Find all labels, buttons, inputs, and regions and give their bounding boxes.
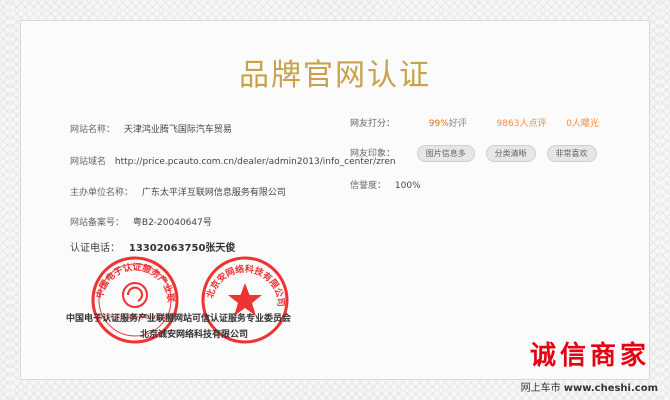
issuer-line-1: 中国电子认证服务产业联盟网站可信认证服务专业委员会 xyxy=(66,314,292,324)
issuer-line-2: 北京诚安网络科技有限公司 xyxy=(140,330,249,340)
brand-badge: 诚信商家 xyxy=(529,341,650,371)
brand-site-line: 网上车市 www.cheshi.com xyxy=(521,379,658,394)
phone-value: 13302063750张天俊 xyxy=(128,243,236,254)
phone-row: 认证电话： 13302063750张天俊 xyxy=(70,239,235,254)
credit-row: 信誉度： 100% xyxy=(350,178,421,191)
host-org-row: 主办单位名称： 广东太平洋互联网信息服务有限公司 xyxy=(70,185,286,198)
impression-tag[interactable]: 图片信息多 xyxy=(416,145,475,162)
site-domain-row: 网站域名 http://price.pcauto.com.cn/dealer/a… xyxy=(70,154,396,167)
host-org-value: 广东太平洋互联网信息服务有限公司 xyxy=(141,188,286,198)
brand-site-url[interactable]: www.cheshi.com xyxy=(564,383,658,394)
review-count[interactable]: 9863人点评 xyxy=(497,119,547,129)
impressions-row: 网友印象： 图片信息多 分类清晰 非常喜欢 xyxy=(350,145,605,162)
site-name-value: 天津鸿业腾飞国际汽车贸易 xyxy=(123,125,232,135)
score-row: 网友打分： 99%好评 9863人点评 0人曝光 xyxy=(350,116,599,129)
impression-tag[interactable]: 非常喜欢 xyxy=(546,145,597,162)
impression-tag[interactable]: 分类清晰 xyxy=(485,145,536,162)
icp-row: 网站备案号： 粤B2-20040647号 xyxy=(70,215,212,228)
svg-text:中国电子认证服务产业联盟: 中国电子认证服务产业联盟 xyxy=(90,255,177,304)
score-label: 网友打分： xyxy=(350,119,396,129)
certificate-title: 品牌官网认证 xyxy=(239,58,431,93)
score-pct-suffix: 好评 xyxy=(448,119,467,129)
site-name-label: 网站名称： xyxy=(70,125,116,135)
icp-value: 粤B2-20040647号 xyxy=(132,218,212,228)
score-pct: 99% xyxy=(428,119,449,129)
stamps-area: 中国电子认证服务产业联盟 网站可信认证服务专业委员会 北京安网络科技有限公司 xyxy=(90,255,420,355)
credit-value: 100% xyxy=(394,181,421,191)
host-org-label: 主办单位名称： xyxy=(70,188,134,198)
left-stamp-text: 中国电子认证服务产业联盟 xyxy=(90,255,177,304)
site-name-row: 网站名称： 天津鸿业腾飞国际汽车贸易 xyxy=(70,122,232,135)
credit-label: 信誉度： xyxy=(350,181,387,191)
exposure-count[interactable]: 0人曝光 xyxy=(566,119,599,129)
brand-site-name: 网上车市 xyxy=(520,383,561,394)
icp-label: 网站备案号： xyxy=(70,218,125,228)
site-domain-label: 网站域名 xyxy=(70,157,107,167)
impressions-label: 网友印象： xyxy=(350,149,396,159)
phone-label: 认证电话： xyxy=(70,243,120,254)
